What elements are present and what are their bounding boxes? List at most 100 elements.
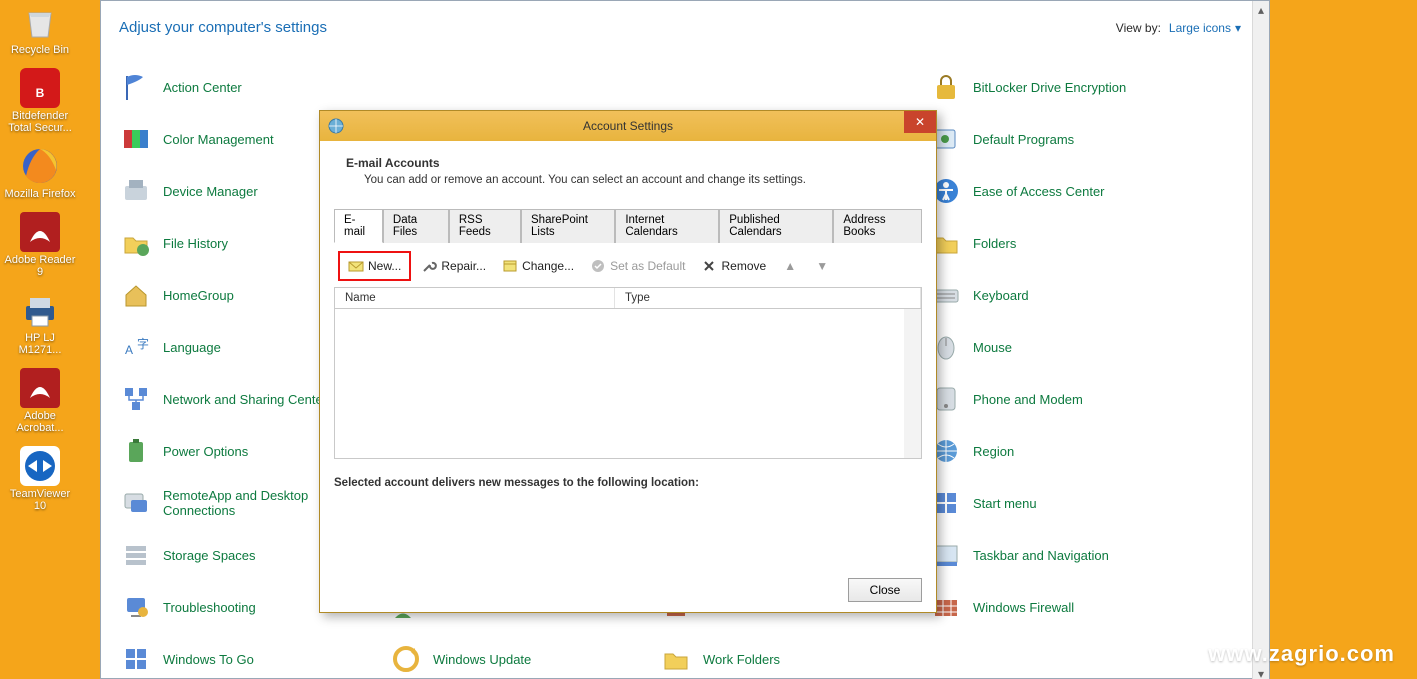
dialog-title: Account Settings — [320, 119, 936, 133]
remove-button-label: Remove — [721, 259, 766, 273]
windows-update-icon — [389, 642, 423, 676]
desktop-icon-adobe-reader[interactable]: Adobe Reader 9 — [3, 210, 77, 278]
cp-item-default-programs[interactable]: Default Programs — [925, 116, 1185, 162]
tab-internet-calendars[interactable]: Internet Calendars — [615, 209, 719, 243]
cp-item-taskbar[interactable]: Taskbar and Navigation — [925, 532, 1185, 578]
cp-item-mouse[interactable]: Mouse — [925, 324, 1185, 370]
cp-item-region[interactable]: Region — [925, 428, 1185, 474]
windows-to-go-icon — [119, 642, 153, 676]
flag-icon — [119, 70, 153, 104]
cp-item-label: Mouse — [973, 340, 1012, 355]
tab-email[interactable]: E-mail — [334, 209, 383, 243]
deliver-location-text: Selected account delivers new messages t… — [334, 477, 922, 489]
cp-item-start-menu[interactable]: Start menu — [925, 480, 1185, 526]
view-by-control: View by: Large icons ▾ — [1116, 21, 1241, 35]
network-icon — [119, 382, 153, 416]
tab-sharepoint-lists[interactable]: SharePoint Lists — [521, 209, 615, 243]
list-scrollbar[interactable] — [904, 309, 921, 458]
dialog-titlebar[interactable]: Account Settings ✕ — [320, 111, 936, 141]
desktop-icon-recycle-bin[interactable]: Recycle Bin — [3, 0, 77, 56]
cp-item-label: Keyboard — [973, 288, 1029, 303]
repair-button[interactable]: Repair... — [415, 255, 492, 277]
close-dialog-button[interactable]: Close — [848, 578, 922, 602]
cp-item-folders[interactable]: Folders — [925, 220, 1185, 266]
scroll-down-icon[interactable]: ▾ — [1253, 665, 1270, 679]
desktop-icon-label: Adobe Reader 9 — [4, 254, 76, 278]
desktop-icon-label: Recycle Bin — [11, 44, 69, 56]
device-manager-icon — [119, 174, 153, 208]
svg-text:字: 字 — [137, 336, 149, 351]
cp-item-windows-update[interactable]: Windows Update — [385, 636, 645, 679]
column-name[interactable]: Name — [335, 288, 615, 308]
cp-item-label: Region — [973, 444, 1014, 459]
folder-history-icon — [119, 226, 153, 260]
new-button[interactable]: New... — [342, 255, 407, 277]
cp-item-label: Troubleshooting — [163, 600, 256, 615]
set-default-button-label: Set as Default — [610, 259, 685, 273]
repair-icon — [421, 258, 437, 274]
cp-item-label: Windows Firewall — [973, 600, 1074, 615]
scroll-up-icon[interactable]: ▴ — [1253, 1, 1270, 18]
dialog-tabs: E-mail Data Files RSS Feeds SharePoint L… — [334, 208, 922, 243]
new-button-label: New... — [368, 259, 401, 273]
dialog-section-text: You can add or remove an account. You ca… — [364, 174, 922, 186]
cp-item-work-folders[interactable]: Work Folders — [655, 636, 915, 679]
cp-item-label: Action Center — [163, 80, 242, 95]
tab-published-calendars[interactable]: Published Calendars — [719, 209, 833, 243]
desktop-icon-firefox[interactable]: Mozilla Firefox — [3, 144, 77, 200]
cp-item-windows-firewall[interactable]: Windows Firewall — [925, 584, 1185, 630]
set-default-button: Set as Default — [584, 255, 691, 277]
remoteapp-icon — [119, 486, 153, 520]
cp-item-windows-to-go[interactable]: Windows To Go — [115, 636, 375, 679]
cp-item-phone-modem[interactable]: Phone and Modem — [925, 376, 1185, 422]
control-panel-scrollbar[interactable]: ▴ ▾ — [1252, 1, 1269, 679]
firefox-icon — [18, 144, 62, 188]
adobe-reader-icon — [18, 210, 62, 254]
printer-icon — [18, 288, 62, 332]
desktop-icon-hp-printer[interactable]: HP LJ M1271... — [3, 288, 77, 356]
work-folders-icon — [659, 642, 693, 676]
new-mail-icon — [348, 258, 364, 274]
chevron-down-icon: ▾ — [1235, 21, 1241, 35]
dialog-section-title: E-mail Accounts — [346, 156, 922, 170]
desktop-icon-adobe-acrobat[interactable]: Adobe Acrobat... — [3, 366, 77, 434]
remove-button[interactable]: Remove — [695, 255, 772, 277]
homegroup-icon — [119, 278, 153, 312]
troubleshooting-icon — [119, 590, 153, 624]
column-type[interactable]: Type — [615, 288, 921, 308]
check-circle-icon — [590, 258, 606, 274]
cp-item-label: Language — [163, 340, 221, 355]
cp-item-label: Folders — [973, 236, 1016, 251]
cp-item-label: Device Manager — [163, 184, 258, 199]
control-panel-header: Adjust your computer's settings View by:… — [101, 1, 1269, 42]
view-by-label: View by: — [1116, 21, 1161, 35]
tab-address-books[interactable]: Address Books — [833, 209, 922, 243]
cp-item-label: Windows Update — [433, 652, 531, 667]
cp-item-label: Phone and Modem — [973, 392, 1083, 407]
cp-item-label: Power Options — [163, 444, 248, 459]
cp-item-label: Taskbar and Navigation — [973, 548, 1109, 563]
cp-item-label: Ease of Access Center — [973, 184, 1105, 199]
desktop-icon-label: TeamViewer 10 — [4, 488, 76, 512]
account-list-body[interactable] — [334, 309, 922, 459]
close-icon: ✕ — [915, 115, 925, 129]
close-button[interactable]: ✕ — [904, 111, 936, 133]
change-button-label: Change... — [522, 259, 574, 273]
change-button[interactable]: Change... — [496, 255, 580, 277]
view-by-dropdown[interactable]: Large icons ▾ — [1169, 21, 1241, 35]
cp-item-label: Color Management — [163, 132, 274, 147]
page-title: Adjust your computer's settings — [119, 19, 327, 36]
account-settings-dialog: Account Settings ✕ E-mail Accounts You c… — [319, 110, 937, 613]
arrow-up-icon: ▲ — [782, 258, 798, 274]
desktop-icon-teamviewer[interactable]: TeamViewer 10 — [3, 444, 77, 512]
tab-rss-feeds[interactable]: RSS Feeds — [449, 209, 521, 243]
tab-data-files[interactable]: Data Files — [383, 209, 449, 243]
cp-item-ease-of-access[interactable]: Ease of Access Center — [925, 168, 1185, 214]
account-list-header: Name Type — [334, 287, 922, 309]
cp-item-action-center[interactable]: Action Center — [115, 64, 375, 110]
cp-item-label: BitLocker Drive Encryption — [973, 80, 1126, 95]
lock-icon — [929, 70, 963, 104]
cp-item-bitlocker[interactable]: BitLocker Drive Encryption — [925, 64, 1185, 110]
cp-item-keyboard[interactable]: Keyboard — [925, 272, 1185, 318]
desktop-icon-bitdefender[interactable]: B Bitdefender Total Secur... — [3, 66, 77, 134]
